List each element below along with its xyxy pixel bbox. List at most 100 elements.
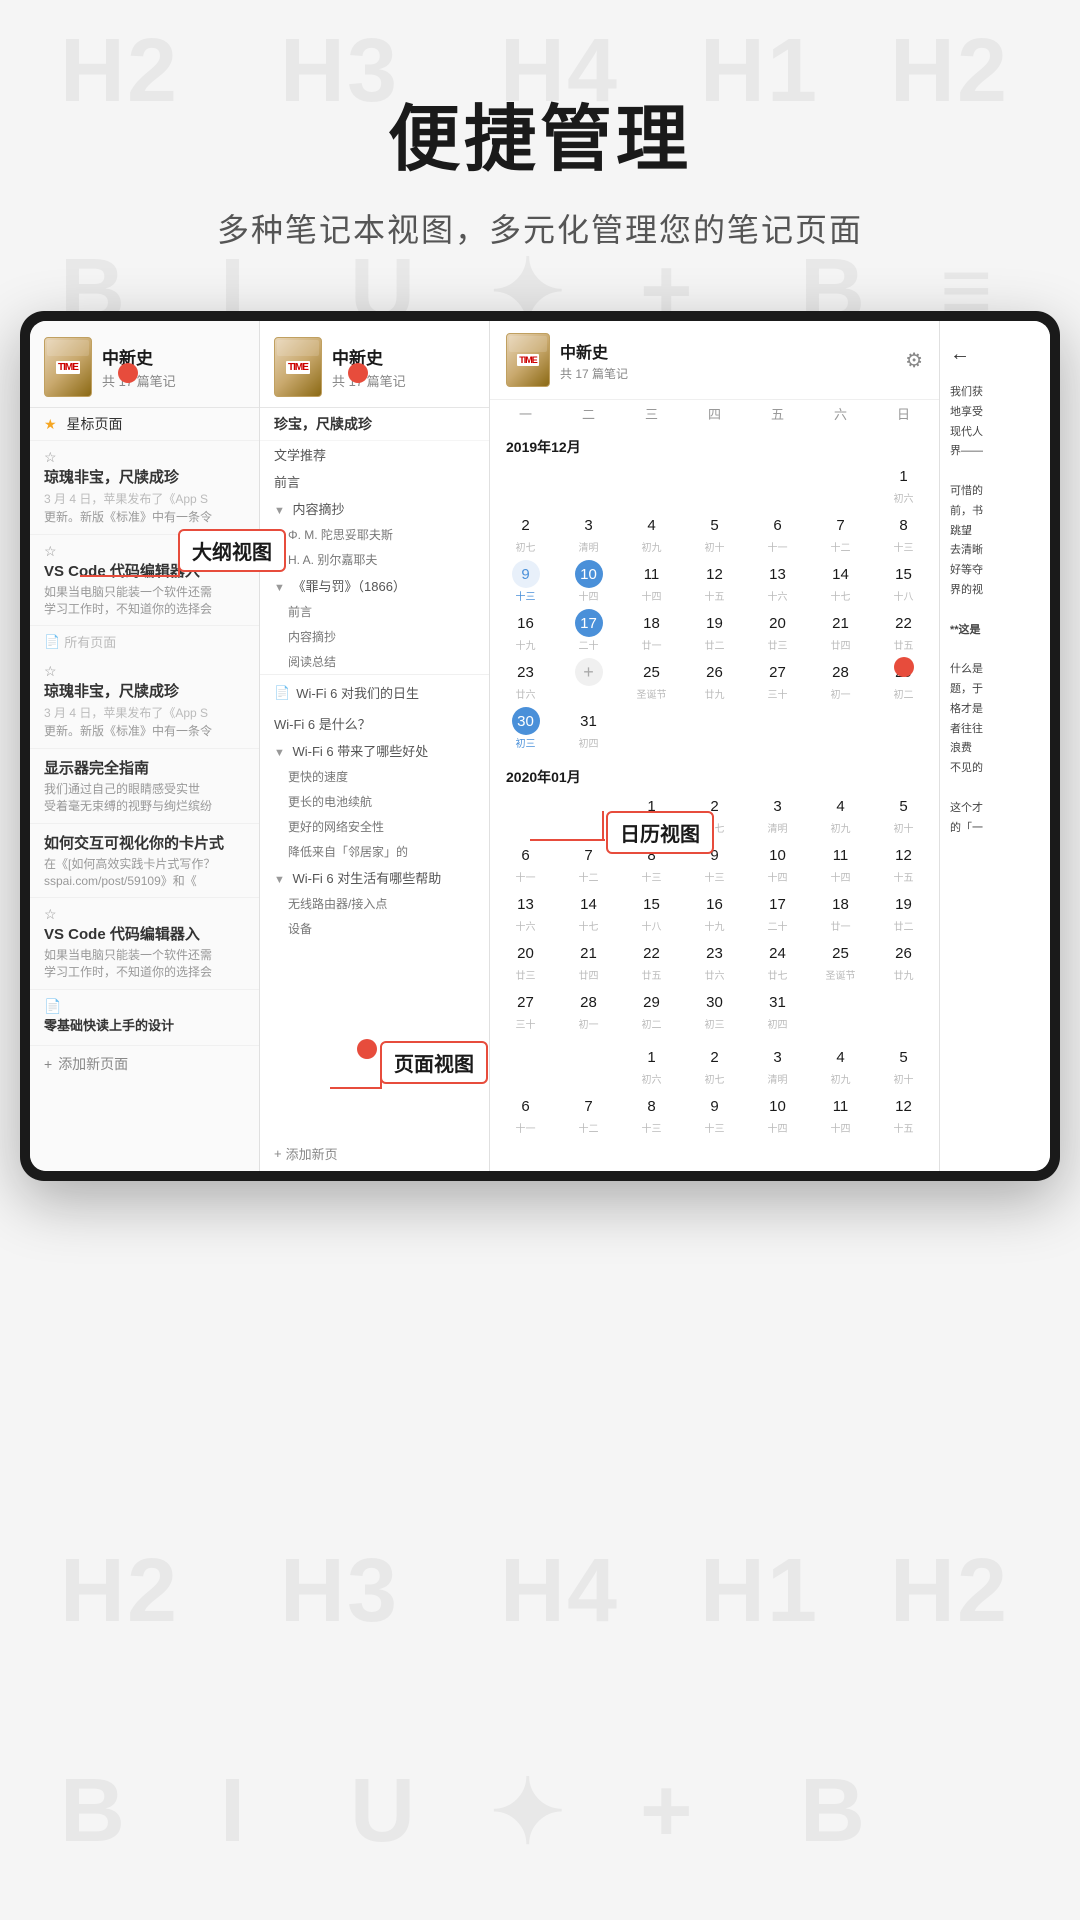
jan-day-24[interactable]: 24廿七: [746, 936, 809, 985]
back-button[interactable]: ←: [950, 337, 1040, 371]
cal-day-empty-4: [683, 459, 746, 508]
cal-day-dec-9[interactable]: 9十三: [494, 557, 557, 606]
cal-day-dec-29[interactable]: 29初二: [872, 655, 935, 704]
cal-day-dec-7[interactable]: 7十二: [809, 508, 872, 557]
jan-day-13[interactable]: 13十六: [494, 887, 557, 936]
extra-day-10[interactable]: 10十四: [746, 1089, 809, 1138]
weekday-wed: 三: [620, 400, 683, 427]
notebook-count-3: 共 17 篇笔记: [560, 365, 895, 382]
cal-day-dec-3[interactable]: 3清明: [557, 508, 620, 557]
extra-day-12[interactable]: 12十五: [872, 1089, 935, 1138]
jan-day-21[interactable]: 21廿四: [557, 936, 620, 985]
extra-day-7[interactable]: 7十二: [557, 1089, 620, 1138]
cal-day-dec-28[interactable]: 28初一: [809, 655, 872, 704]
cal-day-dec-11[interactable]: 11十四: [620, 557, 683, 606]
jan-day-31[interactable]: 31初四: [746, 985, 809, 1034]
star-label: 星标页面: [66, 416, 122, 432]
extra-day-11[interactable]: 11十四: [809, 1089, 872, 1138]
list-item-7: 📄 零基础快读上手的设计: [30, 990, 259, 1046]
cal-day-dec-1[interactable]: 1初六: [872, 459, 935, 508]
jan-day-15[interactable]: 15十八: [620, 887, 683, 936]
header-section: 便捷管理 多种笔记本视图，多元化管理您的笔记页面: [0, 0, 1080, 311]
cal-day-dec-25[interactable]: 25圣诞节: [620, 655, 683, 704]
cal-day-dec-10[interactable]: 10十四: [557, 557, 620, 606]
jan-day-4[interactable]: 4初九: [809, 789, 872, 838]
cal-day-dec-8[interactable]: 8十三: [872, 508, 935, 557]
page-icon-2: ☆: [44, 543, 57, 559]
time-logo: TIME: [56, 361, 80, 374]
jan-day-27[interactable]: 27三十: [494, 985, 557, 1034]
jan-day-20[interactable]: 20廿三: [494, 936, 557, 985]
extra-empty-1: [494, 1040, 557, 1089]
notebook-count: 共 17 篇笔记: [102, 371, 176, 390]
cal-day-dec-24-plus[interactable]: +: [557, 655, 620, 704]
annotation-calendar-view: 日历视图: [606, 811, 714, 854]
extra-day-8[interactable]: 8十三: [620, 1089, 683, 1138]
jan-day-23[interactable]: 23廿六: [683, 936, 746, 985]
jan-day-12[interactable]: 12十五: [872, 838, 935, 887]
add-page-button-1[interactable]: + 添加新页面: [30, 1046, 259, 1082]
jan-empty-1: [494, 789, 557, 838]
jan-day-17[interactable]: 17二十: [746, 887, 809, 936]
jan-day-16[interactable]: 16十九: [683, 887, 746, 936]
cal-day-dec-23[interactable]: 23廿六: [494, 655, 557, 704]
cal-day-dec-6[interactable]: 6十一: [746, 508, 809, 557]
jan-day-30[interactable]: 30初三: [683, 985, 746, 1034]
cal-day-dec-17[interactable]: 17二十: [557, 606, 620, 655]
cal-day-dec-14[interactable]: 14十七: [809, 557, 872, 606]
settings-icon[interactable]: ⚙: [905, 348, 923, 373]
jan-day-22[interactable]: 22廿五: [620, 936, 683, 985]
cal-day-dec-21[interactable]: 21廿四: [809, 606, 872, 655]
extra-day-4[interactable]: 4初九: [809, 1040, 872, 1089]
jan-day-3[interactable]: 3清明: [746, 789, 809, 838]
notebook-cover-2: TIME: [274, 337, 322, 397]
extra-day-3[interactable]: 3清明: [746, 1040, 809, 1089]
cal-day-dec-15[interactable]: 15十八: [872, 557, 935, 606]
page-icon-6: ☆: [44, 906, 57, 922]
extra-day-1[interactable]: 1初六: [620, 1040, 683, 1089]
annotation-line-outline-h: [80, 575, 180, 577]
calendar-month-dec: 2019年12月: [490, 431, 939, 459]
cal-day-dec-4[interactable]: 4初九: [620, 508, 683, 557]
panel-list-view: TIME 中新史 共 17 篇笔记 ★ 星标页面: [30, 321, 260, 1171]
extra-day-9[interactable]: 9十三: [683, 1089, 746, 1138]
cal-day-dec-5[interactable]: 5初十: [683, 508, 746, 557]
outline-item-1: 文学推荐: [260, 441, 489, 468]
cal-day-dec-16[interactable]: 16十九: [494, 606, 557, 655]
extra-empty-2: [557, 1040, 620, 1089]
jan-day-11[interactable]: 11十四: [809, 838, 872, 887]
cal-day-dec-22[interactable]: 22廿五: [872, 606, 935, 655]
calendar-weekdays: 一 二 三 四 五 六 日: [490, 400, 939, 427]
red-dot-cal: [894, 657, 914, 677]
jan-day-5[interactable]: 5初十: [872, 789, 935, 838]
jan-day-10[interactable]: 10十四: [746, 838, 809, 887]
cal-day-dec-31[interactable]: 31初四: [557, 704, 620, 753]
extra-day-5[interactable]: 5初十: [872, 1040, 935, 1089]
cal-day-dec-13[interactable]: 13十六: [746, 557, 809, 606]
cal-day-dec-26[interactable]: 26廿九: [683, 655, 746, 704]
extra-day-2[interactable]: 2初七: [683, 1040, 746, 1089]
cal-day-dec-2[interactable]: 2初七: [494, 508, 557, 557]
list-item-title-5: 如何交互可视化你的卡片式: [44, 832, 245, 853]
jan-day-29[interactable]: 29初二: [620, 985, 683, 1034]
jan-day-26[interactable]: 26廿九: [872, 936, 935, 985]
cal-day-dec-27[interactable]: 27三十: [746, 655, 809, 704]
jan-day-18[interactable]: 18廿一: [809, 887, 872, 936]
jan-day-14[interactable]: 14十七: [557, 887, 620, 936]
jan-day-25[interactable]: 25圣诞节: [809, 936, 872, 985]
cal-day-dec-19[interactable]: 19廿二: [683, 606, 746, 655]
cal-day-dec-12[interactable]: 12十五: [683, 557, 746, 606]
jan-day-19[interactable]: 19廿二: [872, 887, 935, 936]
annotation-page-view: 页面视图: [380, 1041, 488, 1084]
add-page-button-2[interactable]: + 添加新页: [260, 1136, 489, 1171]
outline-sub-6: 设备: [260, 916, 489, 941]
cal-day-dec-30[interactable]: 30初三: [494, 704, 557, 753]
cal-day-dec-20[interactable]: 20廿三: [746, 606, 809, 655]
cal-day-dec-18[interactable]: 18廿一: [620, 606, 683, 655]
outline-sub-5: 无线路由器/接入点: [260, 891, 489, 916]
jan-day-28[interactable]: 28初一: [557, 985, 620, 1034]
notebook-count-2: 共 17 篇笔记: [332, 371, 406, 390]
red-dot-2: [348, 363, 368, 383]
jan-day-6[interactable]: 6十一: [494, 838, 557, 887]
extra-day-6[interactable]: 6十一: [494, 1089, 557, 1138]
